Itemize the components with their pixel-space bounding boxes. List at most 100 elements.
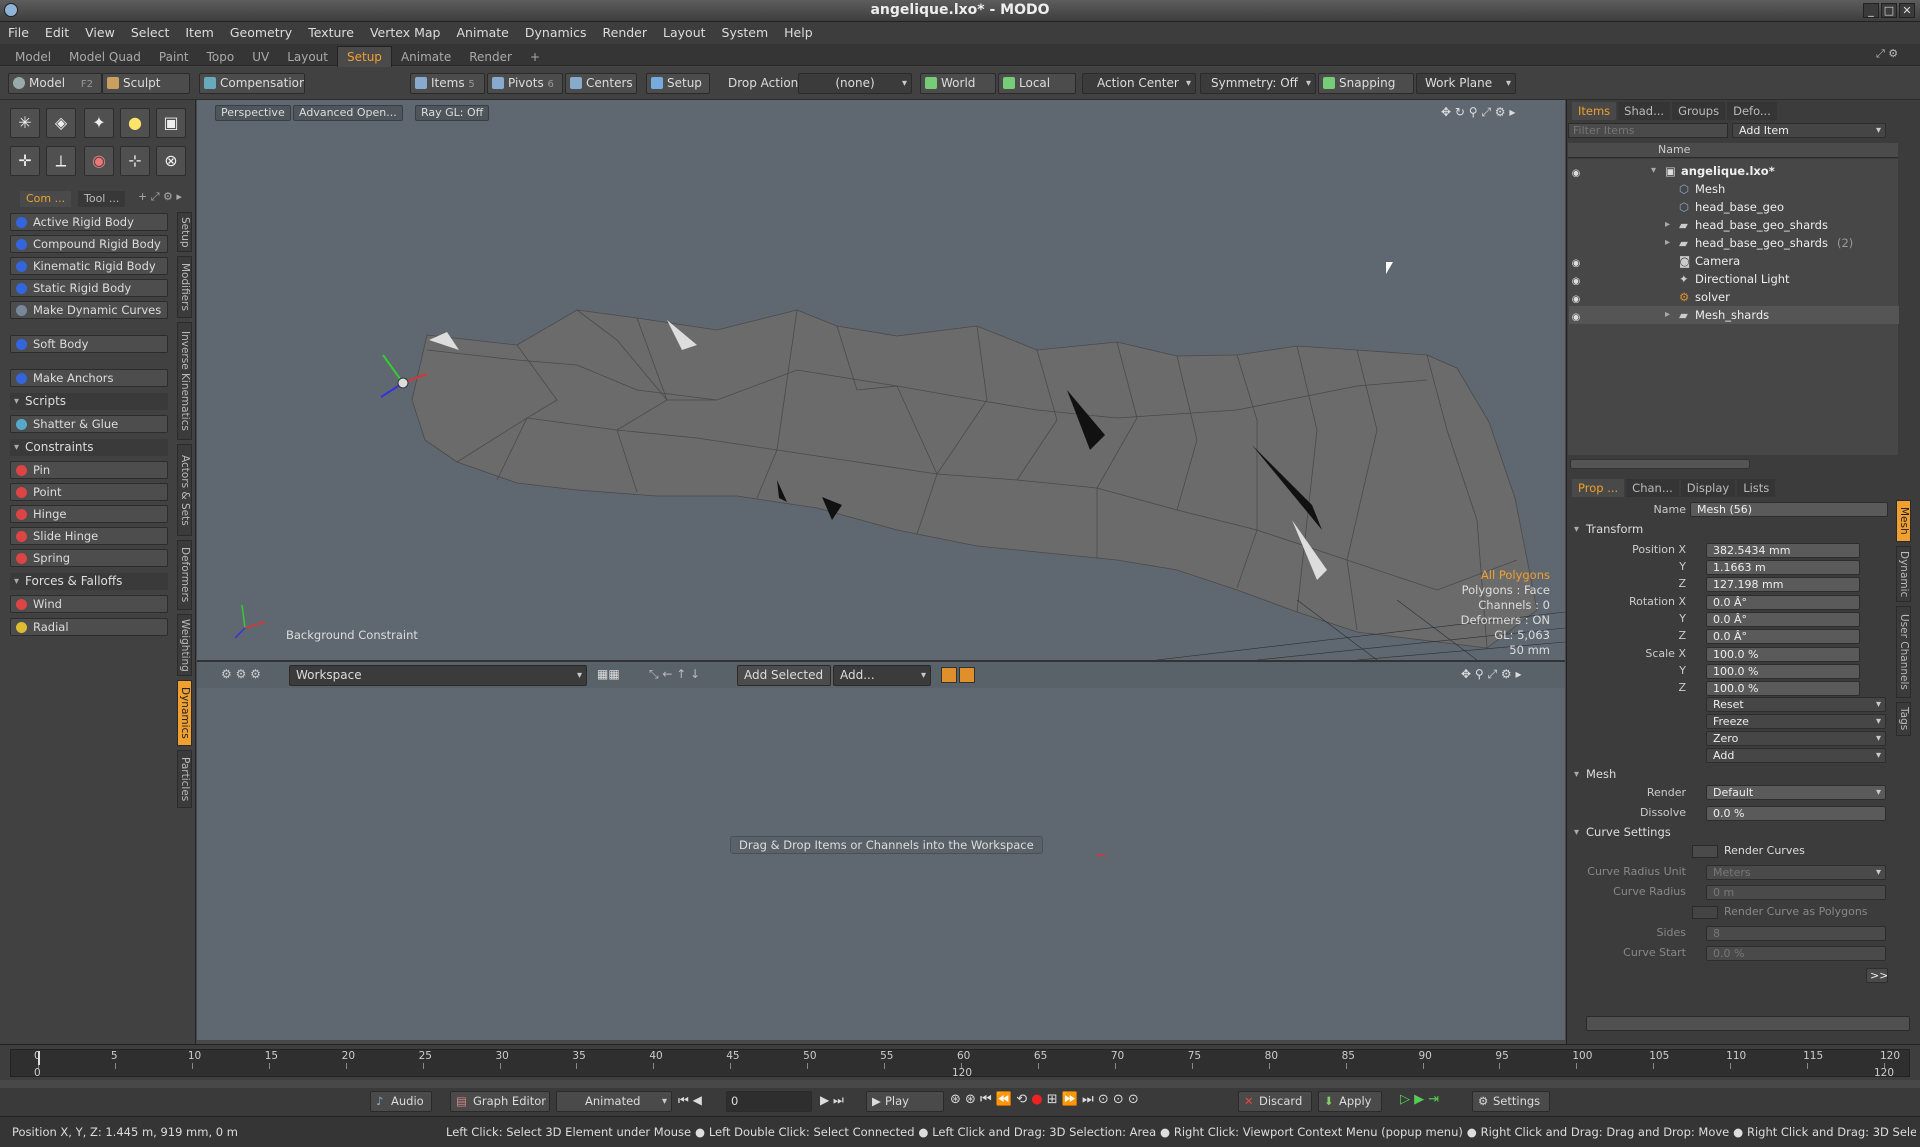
setup-mode-button[interactable]: Setup bbox=[646, 73, 710, 94]
compensation-button[interactable]: Compensation bbox=[199, 73, 305, 94]
vtab-deformers[interactable]: Deformers bbox=[177, 540, 192, 610]
tab-setup[interactable]: Setup bbox=[337, 46, 392, 67]
soft-body-button[interactable]: Soft Body bbox=[10, 335, 168, 353]
command-input[interactable] bbox=[1586, 1016, 1910, 1031]
tab-commands[interactable]: Com ... bbox=[20, 191, 72, 207]
scale-x-field[interactable]: 100.0 % bbox=[1706, 647, 1860, 662]
tab-render[interactable]: Render bbox=[460, 47, 521, 67]
item-tool-icon[interactable]: ✦ bbox=[84, 108, 114, 138]
menu-help[interactable]: Help bbox=[776, 22, 821, 44]
compound-rigid-body-button[interactable]: Compound Rigid Body bbox=[10, 235, 168, 253]
menu-view[interactable]: View bbox=[77, 22, 123, 44]
curve-start-field[interactable]: 0.0 % bbox=[1706, 946, 1886, 961]
action-center-dropdown[interactable]: Action Center bbox=[1082, 73, 1196, 94]
menu-file[interactable]: File bbox=[0, 22, 37, 44]
workspace-view-icons[interactable]: ✥ ⚲ ⤢ ⚙ ▸ bbox=[1461, 667, 1521, 682]
tree-row-directional-light[interactable]: ◉ ✦ Directional Light bbox=[1569, 270, 1899, 288]
light-icon[interactable]: ● bbox=[120, 108, 150, 138]
sides-field[interactable]: 8 bbox=[1706, 926, 1886, 941]
forces-falloffs-section[interactable]: Forces & Falloffs bbox=[10, 573, 168, 590]
tab-items[interactable]: Items bbox=[1572, 102, 1617, 120]
visibility-icon[interactable]: ◉ bbox=[1569, 255, 1583, 269]
tab-animate[interactable]: Animate bbox=[392, 47, 460, 67]
mesh-tool-icon[interactable]: ◈ bbox=[46, 108, 76, 138]
tree-row-mesh-shards[interactable]: ◉ ▸ ▰ Mesh_shards bbox=[1569, 306, 1899, 324]
menu-system[interactable]: System bbox=[714, 22, 777, 44]
discard-button[interactable]: ✕ Discard bbox=[1238, 1091, 1312, 1112]
tab-lists[interactable]: Lists bbox=[1737, 479, 1776, 497]
channel-toggle-icon[interactable] bbox=[959, 667, 975, 683]
record-icon[interactable]: ● bbox=[1031, 1092, 1042, 1107]
tree-row-solver[interactable]: ◉ ⚙ solver bbox=[1569, 288, 1899, 306]
add-tab-button[interactable]: + bbox=[521, 47, 549, 67]
symmetry-dropdown[interactable]: Symmetry: Off bbox=[1200, 73, 1316, 94]
more-properties-button[interactable]: >> bbox=[1866, 968, 1888, 983]
tab-shader-tree[interactable]: Shad... bbox=[1618, 102, 1671, 120]
constraints-section[interactable]: Constraints bbox=[10, 439, 168, 456]
scale-z-field[interactable]: 100.0 % bbox=[1706, 681, 1860, 696]
vtab-weighting[interactable]: Weighting bbox=[177, 614, 192, 676]
settings-button[interactable]: ⚙ Settings bbox=[1472, 1091, 1550, 1112]
current-frame-marker[interactable] bbox=[38, 1051, 40, 1065]
add-dropdown[interactable]: Add bbox=[1706, 748, 1886, 763]
vtab-inverse-kinematics[interactable]: Inverse Kinematics bbox=[177, 322, 192, 440]
wind-force-button[interactable]: Wind bbox=[10, 595, 168, 613]
layout-options-icon[interactable]: ⤢ ⚙ bbox=[1876, 47, 1898, 61]
menu-select[interactable]: Select bbox=[123, 22, 178, 44]
step-back-icons[interactable]: ⏮ ◀ bbox=[678, 1093, 702, 1108]
menu-vertex-map[interactable]: Vertex Map bbox=[362, 22, 449, 44]
tab-uv[interactable]: UV bbox=[243, 47, 278, 67]
step-forward-icons[interactable]: ▶ ⏭ bbox=[820, 1093, 844, 1108]
local-button[interactable]: Local bbox=[998, 73, 1076, 94]
radial-force-button[interactable]: Radial bbox=[10, 618, 168, 636]
position-x-field[interactable]: 382.5434 mm bbox=[1706, 543, 1860, 558]
apply-button[interactable]: ⬇ Apply bbox=[1318, 1091, 1382, 1112]
active-rigid-body-button[interactable]: Active Rigid Body bbox=[10, 213, 168, 231]
graph-editor-button[interactable]: ▤ Graph Editor bbox=[450, 1091, 550, 1112]
model-mode-button[interactable]: Model F2 bbox=[8, 73, 102, 94]
zero-dropdown[interactable]: Zero bbox=[1706, 731, 1886, 746]
pin-constraint-button[interactable]: Pin bbox=[10, 461, 168, 479]
make-dynamic-curves-button[interactable]: Make Dynamic Curves bbox=[10, 301, 168, 319]
static-rigid-body-button[interactable]: Static Rigid Body bbox=[10, 279, 168, 297]
dissolve-field[interactable]: 0.0 % bbox=[1706, 806, 1886, 821]
add-selected-button[interactable]: Add Selected bbox=[737, 665, 831, 686]
animated-dropdown[interactable]: Animated bbox=[556, 1091, 672, 1112]
menu-dynamics[interactable]: Dynamics bbox=[517, 22, 595, 44]
transform-section[interactable]: Transform bbox=[1572, 521, 1888, 538]
tab-layout[interactable]: Layout bbox=[278, 47, 337, 67]
visibility-icon[interactable]: ◉ bbox=[1569, 309, 1583, 323]
world-button[interactable]: World bbox=[920, 73, 996, 94]
close-button[interactable]: ✕ bbox=[1899, 3, 1915, 18]
vtab-actors-sets[interactable]: Actors & Sets bbox=[177, 444, 192, 536]
expand-arrow-icon[interactable]: ▸ bbox=[1665, 216, 1670, 234]
render-curves-checkbox[interactable] bbox=[1692, 845, 1718, 858]
add-item-dropdown[interactable]: Add Item bbox=[1732, 123, 1886, 138]
filter-items-input[interactable] bbox=[1568, 123, 1728, 138]
pivots-mode-button[interactable]: Pivots 6 bbox=[487, 73, 563, 94]
freeze-dropdown[interactable]: Freeze bbox=[1706, 714, 1886, 729]
drop-action-dropdown[interactable]: (none) bbox=[798, 73, 912, 94]
shatter-glue-button[interactable]: Shatter & Glue bbox=[10, 415, 168, 433]
expand-arrow-icon[interactable]: ▸ bbox=[1665, 234, 1670, 252]
vtab-dynamics[interactable]: Dynamics bbox=[177, 680, 192, 746]
tree-row-mesh[interactable]: ⬡ Mesh bbox=[1569, 180, 1899, 198]
point-constraint-button[interactable]: Point bbox=[10, 483, 168, 501]
workspace-nav-icons[interactable]: ⤡ ← ↑ ↓ bbox=[649, 667, 700, 682]
snapping-button[interactable]: Snapping bbox=[1318, 73, 1414, 94]
scale-y-field[interactable]: 100.0 % bbox=[1706, 664, 1860, 679]
work-plane-dropdown[interactable]: Work Plane bbox=[1416, 73, 1516, 94]
vtab-mesh[interactable]: Mesh bbox=[1896, 500, 1911, 542]
tree-row-head-base-geo-shards[interactable]: ▸ ▰ head_base_geo_shards bbox=[1569, 216, 1899, 234]
tab-paint[interactable]: Paint bbox=[150, 47, 198, 67]
viewport-nav-icons[interactable]: ✥ ↻ ⚲ ⤢ ⚙ ▸ bbox=[1441, 105, 1515, 120]
visibility-icon[interactable]: ◉ bbox=[1569, 165, 1583, 179]
current-frame-field[interactable]: 0 bbox=[726, 1091, 812, 1112]
layout-grid-icon[interactable]: ▦▦ bbox=[597, 667, 620, 681]
tab-channels[interactable]: Chan... bbox=[1626, 479, 1679, 497]
tab-deformers[interactable]: Defo... bbox=[1727, 102, 1777, 120]
tab-model-quad[interactable]: Model Quad bbox=[60, 47, 150, 67]
menu-geometry[interactable]: Geometry bbox=[222, 22, 300, 44]
menu-animate[interactable]: Animate bbox=[449, 22, 517, 44]
raygl-toggle[interactable]: Ray GL: Off bbox=[415, 105, 490, 121]
